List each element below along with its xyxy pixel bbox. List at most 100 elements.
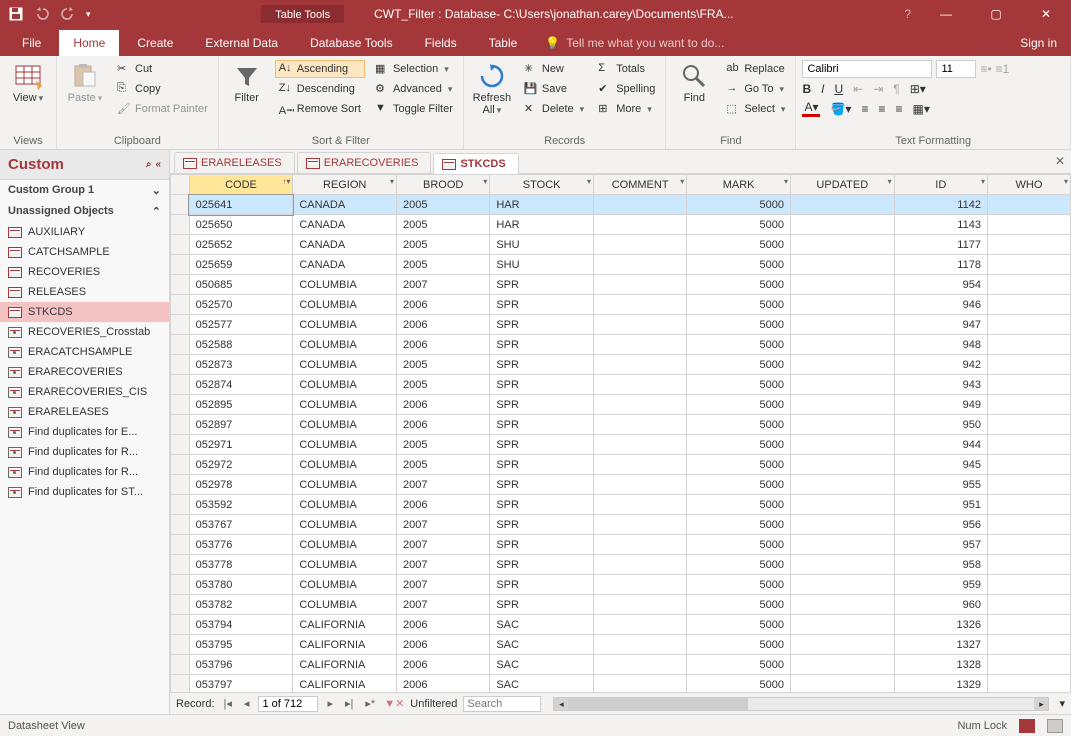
cell-brood[interactable]: 2005 — [397, 235, 490, 255]
tab-create[interactable]: Create — [123, 30, 187, 56]
table-row[interactable]: 053776COLUMBIA2007SPR5000957 — [171, 535, 1071, 555]
datasheet-view-toggle[interactable] — [1019, 719, 1035, 733]
cell-mark[interactable]: 5000 — [687, 395, 791, 415]
cell-code[interactable]: 025659 — [189, 255, 293, 275]
table-row[interactable]: 052978COLUMBIA2007SPR5000955 — [171, 475, 1071, 495]
record-position-input[interactable] — [258, 696, 318, 712]
prev-record-button[interactable]: ◂ — [241, 697, 253, 710]
tab-fields[interactable]: Fields — [411, 30, 471, 56]
cell-id[interactable]: 950 — [894, 415, 987, 435]
cell-stock[interactable]: SPR — [490, 415, 594, 435]
cell-code[interactable]: 053780 — [189, 575, 293, 595]
nav-item-catchsample[interactable]: CATCHSAMPLE — [0, 242, 169, 262]
tab-home[interactable]: Home — [59, 30, 119, 56]
cut-button[interactable]: ✂Cut — [113, 60, 212, 78]
table-row[interactable]: 053796CALIFORNIA2006SAC50001328 — [171, 655, 1071, 675]
cell-updated[interactable] — [790, 475, 894, 495]
table-row[interactable]: 053795CALIFORNIA2006SAC50001327 — [171, 635, 1071, 655]
format-painter-button[interactable]: 🖌Format Painter — [113, 100, 212, 118]
cell-who[interactable] — [987, 255, 1070, 275]
cell-code[interactable]: 053797 — [189, 675, 293, 693]
cell-who[interactable] — [987, 195, 1070, 215]
cell-brood[interactable]: 2005 — [397, 195, 490, 215]
row-selector[interactable] — [171, 395, 190, 415]
save-icon[interactable] — [8, 6, 24, 22]
cell-stock[interactable]: SPR — [490, 455, 594, 475]
cell-id[interactable]: 954 — [894, 275, 987, 295]
cell-stock[interactable]: SHU — [490, 235, 594, 255]
undo-icon[interactable] — [34, 6, 50, 22]
cell-id[interactable]: 956 — [894, 515, 987, 535]
copy-button[interactable]: ⎘Copy — [113, 80, 212, 98]
cell-comment[interactable] — [593, 675, 686, 693]
cell-who[interactable] — [987, 655, 1070, 675]
sort-ascending-button[interactable]: A↓Ascending — [275, 60, 365, 78]
cell-who[interactable] — [987, 635, 1070, 655]
cell-brood[interactable]: 2007 — [397, 515, 490, 535]
cell-stock[interactable]: SPR — [490, 315, 594, 335]
cell-mark[interactable]: 5000 — [687, 675, 791, 693]
indent-decrease-icon[interactable]: ⇤ — [853, 82, 863, 96]
cell-code[interactable]: 052577 — [189, 315, 293, 335]
delete-record-button[interactable]: ✕Delete — [520, 100, 588, 118]
cell-id[interactable]: 948 — [894, 335, 987, 355]
cell-code[interactable]: 053776 — [189, 535, 293, 555]
table-row[interactable]: 052874COLUMBIA2005SPR5000943 — [171, 375, 1071, 395]
cell-code[interactable]: 052895 — [189, 395, 293, 415]
cell-id[interactable]: 958 — [894, 555, 987, 575]
cell-brood[interactable]: 2006 — [397, 675, 490, 693]
cell-code[interactable]: 052570 — [189, 295, 293, 315]
cell-stock[interactable]: SPR — [490, 435, 594, 455]
cell-code[interactable]: 052897 — [189, 415, 293, 435]
column-header-id[interactable]: ID▾ — [894, 175, 987, 195]
row-selector[interactable] — [171, 475, 190, 495]
replace-button[interactable]: abReplace — [722, 60, 789, 78]
cell-mark[interactable]: 5000 — [687, 435, 791, 455]
cell-comment[interactable] — [593, 435, 686, 455]
cell-mark[interactable]: 5000 — [687, 615, 791, 635]
cell-mark[interactable]: 5000 — [687, 335, 791, 355]
cell-stock[interactable]: SAC — [490, 635, 594, 655]
cell-comment[interactable] — [593, 395, 686, 415]
cell-brood[interactable]: 2005 — [397, 355, 490, 375]
nav-item-auxiliary[interactable]: AUXILIARY — [0, 222, 169, 242]
cell-id[interactable]: 1143 — [894, 215, 987, 235]
row-selector[interactable] — [171, 615, 190, 635]
close-document-icon[interactable]: ✕ — [1055, 154, 1065, 168]
cell-id[interactable]: 959 — [894, 575, 987, 595]
cell-region[interactable]: CANADA — [293, 195, 397, 215]
cell-code[interactable]: 050685 — [189, 275, 293, 295]
cell-region[interactable]: CANADA — [293, 255, 397, 275]
cell-brood[interactable]: 2006 — [397, 315, 490, 335]
cell-stock[interactable]: SPR — [490, 335, 594, 355]
cell-updated[interactable] — [790, 535, 894, 555]
cell-mark[interactable]: 5000 — [687, 375, 791, 395]
table-row[interactable]: 053782COLUMBIA2007SPR5000960 — [171, 595, 1071, 615]
cell-code[interactable]: 025641 — [189, 195, 293, 215]
cell-region[interactable]: COLUMBIA — [293, 275, 397, 295]
cell-mark[interactable]: 5000 — [687, 275, 791, 295]
cell-mark[interactable]: 5000 — [687, 655, 791, 675]
cell-stock[interactable]: SPR — [490, 475, 594, 495]
bold-button[interactable]: B — [802, 82, 811, 96]
nav-unassigned-header[interactable]: Unassigned Objects⌃ — [0, 201, 169, 222]
cell-stock[interactable]: SAC — [490, 615, 594, 635]
cell-stock[interactable]: SAC — [490, 655, 594, 675]
sort-descending-button[interactable]: Z↓Descending — [275, 80, 365, 98]
nav-item-recoveries-crosstab[interactable]: RECOVERIES_Crosstab — [0, 322, 169, 342]
cell-updated[interactable] — [790, 275, 894, 295]
cell-comment[interactable] — [593, 415, 686, 435]
nav-item-find-duplicates-for-e-[interactable]: Find duplicates for E... — [0, 422, 169, 442]
align-left-button[interactable]: ≡ — [861, 102, 868, 116]
cell-updated[interactable] — [790, 235, 894, 255]
cell-comment[interactable] — [593, 455, 686, 475]
table-row[interactable]: 052897COLUMBIA2006SPR5000950 — [171, 415, 1071, 435]
italic-button[interactable]: I — [821, 82, 824, 96]
column-filter-icon[interactable]: ▾ — [1064, 177, 1068, 186]
cell-updated[interactable] — [790, 455, 894, 475]
cell-brood[interactable]: 2006 — [397, 615, 490, 635]
cell-id[interactable]: 943 — [894, 375, 987, 395]
cell-brood[interactable]: 2007 — [397, 535, 490, 555]
cell-region[interactable]: COLUMBIA — [293, 335, 397, 355]
cell-mark[interactable]: 5000 — [687, 195, 791, 215]
